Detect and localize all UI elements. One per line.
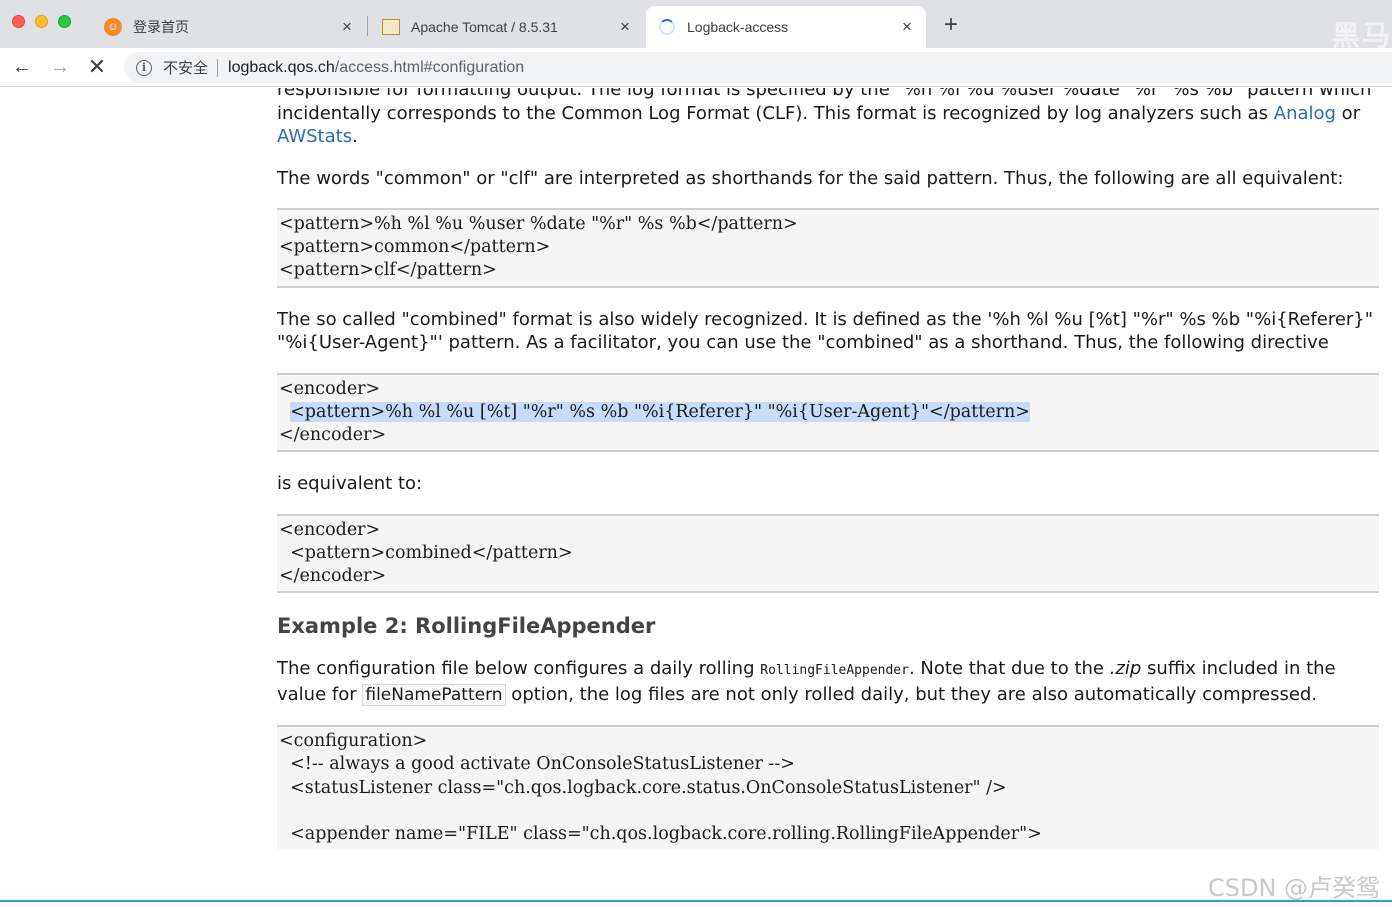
boxed-code: fileNamePattern [362,683,506,706]
code-line: <pattern>%h %l %u %user %date "%r" %s %b… [279,214,798,234]
omnibox-divider [217,58,219,77]
bottom-accent-line [0,900,1392,902]
info-icon[interactable]: i [136,59,152,76]
code-line: <configuration> [279,731,428,752]
csdn-watermark: CSDN @卢癸鸳 [1208,874,1381,902]
tab-title: Apache Tomcat / 8.5.31 [411,19,558,35]
url-host: logback.qos.ch [228,58,335,76]
emphasis-text: .zip [1109,658,1142,680]
code-line: <encoder> [279,519,381,540]
paragraph-text: . Note that due to the [908,658,1110,680]
code-line: </encoder> [279,566,387,586]
code-line-highlighted: <pattern>%h %l %u [%t] "%r" %s %b "%i{Re… [279,401,1377,424]
paragraph-combined: The so called "combined" format is also … [277,308,1374,354]
doc-content: responsible for formatting output. The l… [277,88,1379,869]
code-line: <encoder> [279,378,381,399]
loading-spinner-icon [658,18,676,36]
code-line: <!-- always a good activate OnConsoleSta… [279,754,795,775]
tab-title: Logback-access [687,19,789,35]
address-bar[interactable]: i 不安全 logback.qos.ch/access.html#configu… [124,52,1392,83]
forward-button[interactable]: → [47,54,73,80]
code-block-configuration: <configuration> <!-- always a good activ… [277,725,1379,850]
paragraph-text: option, the log files are not only rolle… [505,683,1318,705]
tab-title: 登录首页 [133,19,189,35]
code-block-combined-shorthand: <encoder> <pattern>combined</pattern> </e… [277,513,1379,594]
url-path: /access.html#configuration [334,58,525,76]
tab-logback-access[interactable]: Logback-access × [646,6,926,48]
browser-toolbar: ← → ✕ i 不安全 logback.qos.ch/access.html#c… [0,48,1392,87]
back-button[interactable]: ← [9,54,35,80]
awstats-link[interactable]: AWStats [277,126,352,147]
code-line: <pattern>combined</pattern> [279,542,573,563]
code-line: <appender name="FILE" class="ch.qos.logb… [279,823,1042,844]
tomcat-icon [382,18,400,36]
clipped-text-line: responsible for formatting output. The l… [277,88,1314,100]
selected-text: <pattern>%h %l %u [%t] "%r" %s %b "%i{Re… [290,401,1030,422]
code-line: <statusListener class="ch.qos.logback.co… [279,777,1007,798]
paragraph-rolling: The configuration file below configures … [277,657,1379,707]
tab-login-home[interactable]: ☺ 登录首页 × [92,6,366,48]
paragraph-text: The configuration file below configures … [277,658,761,680]
corner-watermark: 黑马 [1332,20,1392,48]
security-status[interactable]: 不安全 [163,57,208,78]
code-line: <pattern>clf</pattern> [279,260,497,281]
section-heading: Example 2: RollingFileAppender [277,614,656,639]
tab-apache-tomcat[interactable]: Apache Tomcat / 8.5.31 × [370,6,644,48]
close-icon[interactable]: × [898,18,916,36]
new-tab-button[interactable]: + [938,12,964,38]
code-line: </encoder> [279,424,387,445]
paragraph-equivalent: is equivalent to: [277,473,423,495]
stop-loading-button[interactable]: ✕ [84,54,110,80]
paragraph-clf: responsible for formatting output. The l… [277,88,1379,149]
tab-strip: ☺ 登录首页 × Apache Tomcat / 8.5.31 × Logbac… [0,0,1392,48]
orange-circle-icon: ☺ [104,18,122,36]
tab-separator [367,16,368,36]
page-viewport[interactable]: responsible for formatting output. The l… [0,88,1392,900]
code-block-combined-directive: <encoder> <pattern>%h %l %u [%t] "%r" %s… [277,372,1379,453]
paragraph-shorthands: The words "common" or "clf" are interpre… [277,167,1344,189]
code-line: <pattern>common</pattern> [279,237,551,258]
close-icon[interactable]: × [616,18,634,36]
period-text: . [352,126,358,147]
connector-text: or [1335,102,1361,124]
window-zoom-button[interactable] [58,15,71,28]
close-icon[interactable]: × [338,18,356,36]
inline-code: RollingFileAppender [760,663,909,679]
analog-link[interactable]: Analog [1274,103,1336,124]
window-close-button[interactable] [12,15,25,28]
code-block-patterns: <pattern>%h %l %u %user %date "%r" %s %b… [277,208,1379,288]
window-minimize-button[interactable] [35,15,48,28]
